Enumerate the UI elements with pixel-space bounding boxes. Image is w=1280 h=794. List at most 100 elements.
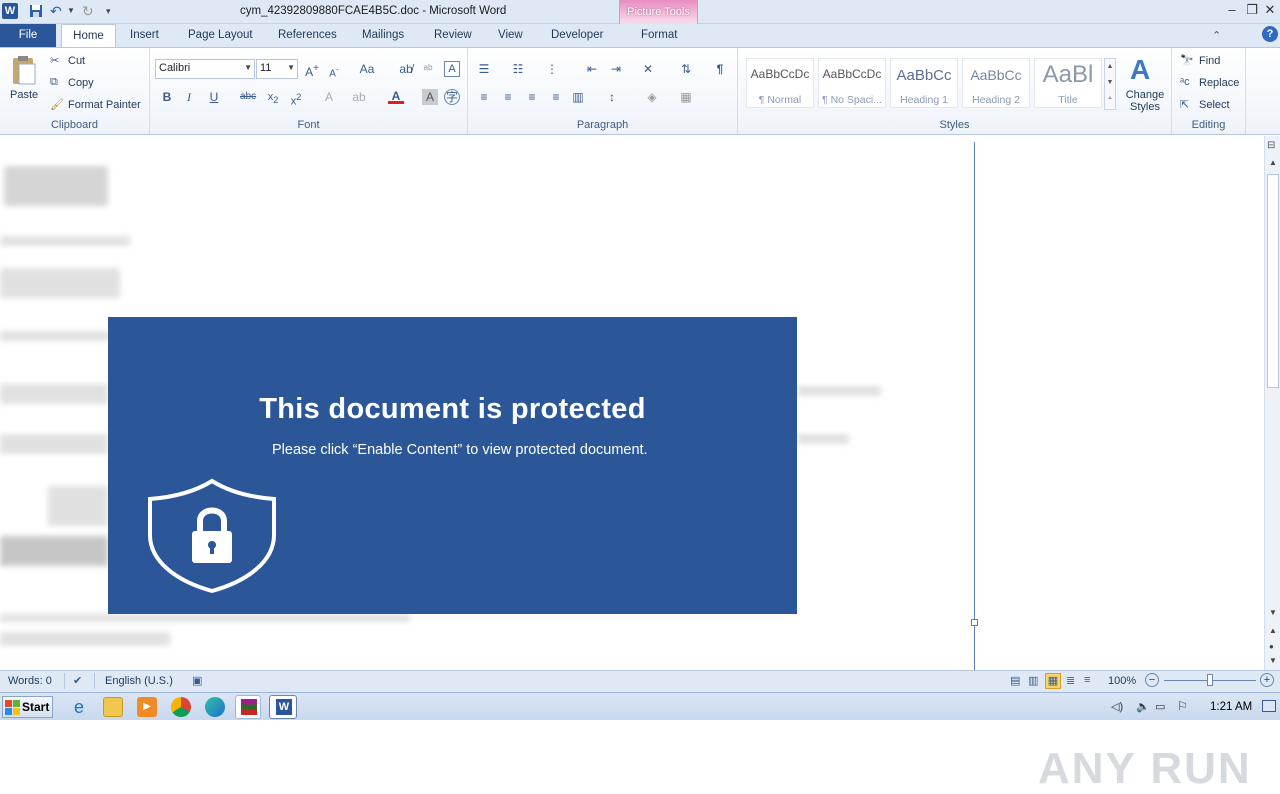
minimize-ribbon-icon[interactable]: ⌃ [1212,29,1221,42]
styles-scroll[interactable]: ▲ ▼ ⩡ [1104,58,1116,110]
scroll-up-icon[interactable]: ▲ [1269,158,1277,167]
superscript-icon[interactable]: x2 [288,89,304,108]
save-icon[interactable] [28,3,44,19]
text-effects-icon[interactable]: A [321,89,337,105]
italic-icon[interactable]: I [181,89,197,105]
clock[interactable]: 1:21 AM [1210,701,1252,713]
show-desktop-icon[interactable] [1262,700,1276,712]
tab-home[interactable]: Home [61,24,116,48]
undo-icon[interactable]: ↶ [50,3,66,19]
paste-icon[interactable] [9,54,39,88]
paste-button[interactable]: Paste [10,89,38,101]
volume-icon[interactable]: 🔈 [1136,700,1150,713]
zoom-level[interactable]: 100% [1108,675,1136,687]
underline-icon[interactable]: U [206,89,222,105]
macro-recording-icon[interactable]: ▣ [192,674,202,687]
edge-icon[interactable] [205,697,225,717]
shrink-font-icon[interactable]: A- [326,61,342,79]
tab-insert[interactable]: Insert [130,29,159,41]
proofing-icon[interactable]: ✔ [73,674,82,687]
customize-qat-icon[interactable]: ▾ [106,3,122,19]
vertical-scrollbar[interactable]: ⊟ ▲ ▼ ▲ ● ▼ [1264,136,1280,670]
previous-page-icon[interactable]: ▲ [1269,626,1277,635]
style-heading-2[interactable]: AaBbCc Heading 2 [962,58,1030,108]
show-formatting-icon[interactable]: ¶ [712,61,728,77]
style-normal[interactable]: AaBbCcDc ¶ Normal [746,58,814,108]
tab-file[interactable]: File [0,24,56,47]
style-heading-1[interactable]: AaBbCc Heading 1 [890,58,958,108]
tab-mailings[interactable]: Mailings [362,29,404,41]
tab-developer[interactable]: Developer [551,29,603,41]
enclose-characters-icon[interactable]: 字 [444,89,460,105]
replace-button[interactable]: Replace [1199,77,1239,89]
tab-view[interactable]: View [498,29,523,41]
protected-banner-image[interactable]: This document is protected Please click … [108,317,797,614]
ruler-toggle-icon[interactable]: ⊟ [1267,140,1275,151]
action-center-flag-icon[interactable]: ⚐ [1177,699,1188,713]
line-spacing-icon[interactable]: ↕ [604,89,620,105]
zoom-slider-thumb[interactable] [1207,674,1213,686]
maximize-button[interactable]: ❐ [1244,2,1260,18]
align-center-icon[interactable]: ≡ [500,89,516,105]
select-button[interactable]: Select [1199,99,1230,111]
zoom-in-button[interactable]: + [1260,673,1274,687]
winrar-taskbar-button[interactable] [235,695,261,719]
style-no-spacing[interactable]: AaBbCcDc ¶ No Spaci... [818,58,886,108]
cut-button[interactable]: Cut [68,55,85,67]
full-screen-reading-icon[interactable]: ▥ [1028,674,1038,687]
draft-icon[interactable]: ≡ [1084,674,1090,686]
redo-icon[interactable]: ↻ [82,3,98,19]
change-styles-button[interactable]: Change Styles [1125,89,1165,113]
copy-button[interactable]: Copy [68,77,94,89]
tab-format[interactable]: Format [641,29,677,41]
grow-font-icon[interactable]: A+ [304,61,320,79]
media-player-icon[interactable]: ▶ [137,697,157,717]
tab-references[interactable]: References [278,29,337,41]
web-layout-icon[interactable]: ▦ [1045,673,1061,689]
scroll-thumb[interactable] [1267,174,1279,388]
scroll-down-icon[interactable]: ▼ [1269,608,1277,617]
start-button[interactable]: Start [2,696,53,718]
multilevel-list-icon[interactable]: ⋮ [544,61,560,77]
resize-handle[interactable] [971,619,978,626]
sort-icon[interactable]: ⇅ [678,61,694,77]
strikethrough-icon[interactable]: abc [240,89,256,105]
zoom-out-button[interactable]: − [1145,673,1159,687]
numbering-icon[interactable]: ☷ [510,61,526,77]
tab-review[interactable]: Review [434,29,472,41]
word-taskbar-button[interactable]: W [269,695,297,719]
format-painter-button[interactable]: Format Painter [68,99,141,111]
align-left-icon[interactable]: ≡ [476,89,492,105]
highlight-icon[interactable]: ab [351,89,367,105]
find-button[interactable]: Find [1199,55,1220,67]
character-border-icon[interactable]: A [444,61,460,77]
font-name-combo[interactable]: Calibri ▼ [155,59,255,79]
word-app-icon[interactable]: W [2,3,18,19]
borders-icon[interactable]: ▦ [678,89,694,105]
explorer-icon[interactable] [103,697,123,717]
close-button[interactable]: ✕ [1262,2,1278,18]
subscript-icon[interactable]: x2 [265,89,281,105]
help-icon[interactable]: ? [1262,26,1278,42]
minimize-button[interactable]: – [1224,2,1240,18]
bold-icon[interactable]: B [159,89,175,105]
increase-indent-icon[interactable]: ⇥ [608,61,624,77]
ie-icon[interactable]: e [69,697,89,717]
next-page-icon[interactable]: ▼ [1269,656,1277,665]
asian-layout-icon[interactable]: ✕ [640,61,656,77]
style-title[interactable]: AaBl Title [1034,58,1102,108]
clear-formatting-icon[interactable]: ab̸ [398,61,414,77]
character-shading-icon[interactable]: A [422,89,438,105]
font-size-combo[interactable]: 11 ▼ [256,59,298,79]
tab-page-layout[interactable]: Page Layout [188,29,253,41]
language-indicator[interactable]: English (U.S.) [105,675,173,687]
speaker-icon[interactable]: ◁) [1111,700,1123,713]
phonetic-guide-icon[interactable]: ᵃᵇ [420,61,436,77]
distributed-icon[interactable]: ▥ [570,89,586,105]
chrome-icon[interactable] [171,697,191,717]
network-icon[interactable]: ▭ [1155,700,1165,713]
font-color-icon[interactable]: A [388,88,404,104]
select-browse-object-icon[interactable]: ● [1269,642,1274,651]
outline-icon[interactable]: ≣ [1066,674,1075,687]
align-right-icon[interactable]: ≡ [524,89,540,105]
